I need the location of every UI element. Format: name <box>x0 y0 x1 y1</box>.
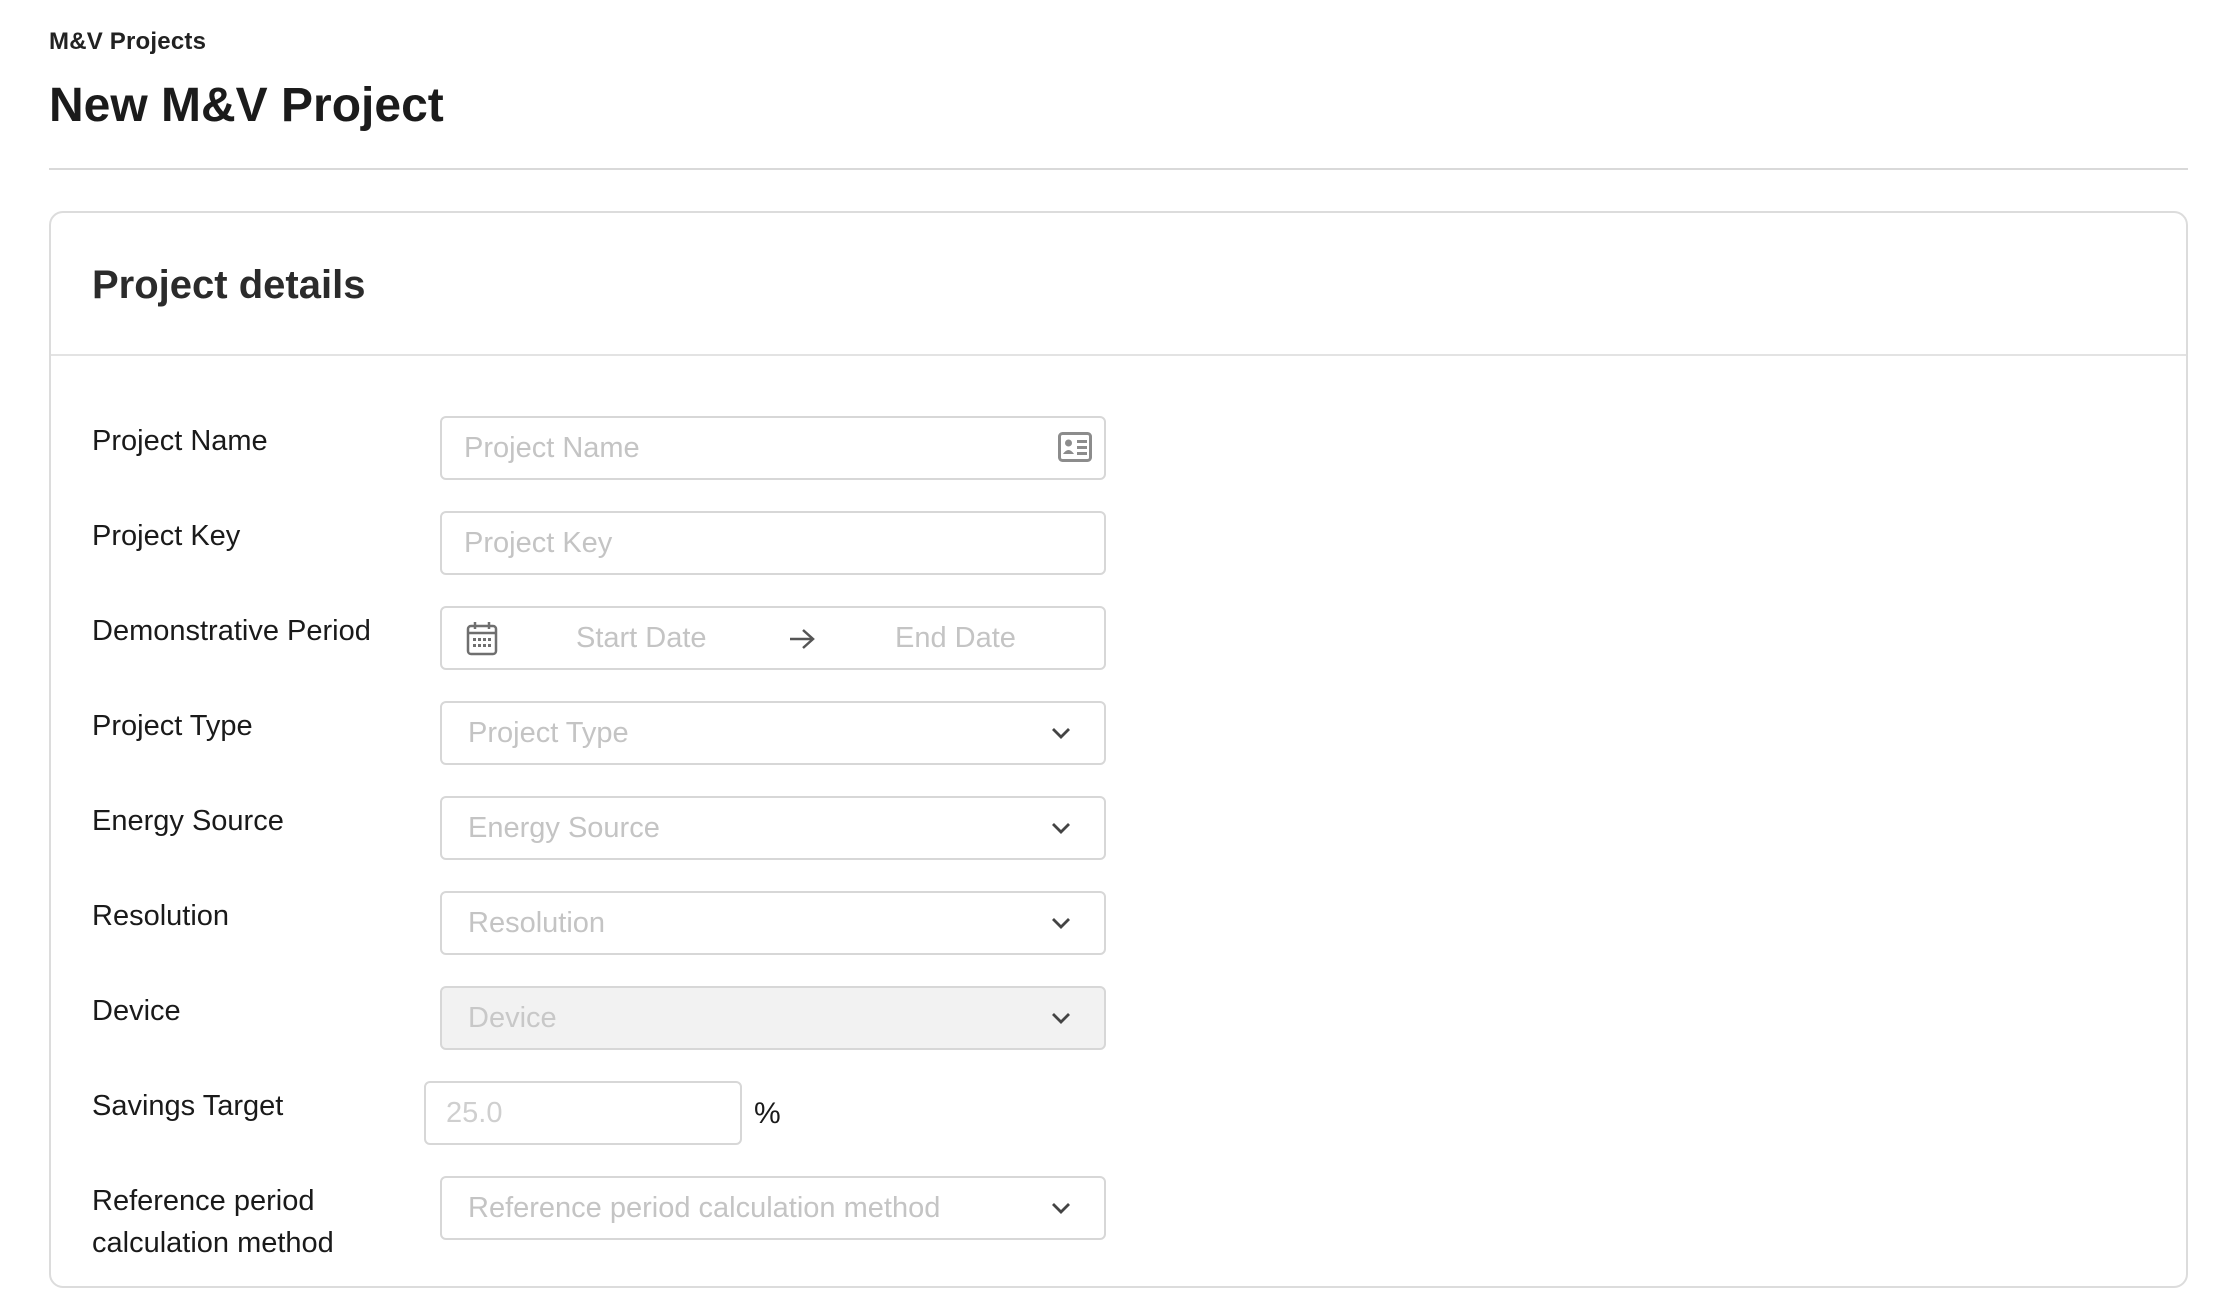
savings-target-input[interactable] <box>426 1083 740 1143</box>
project-type-select[interactable]: Project Type <box>440 701 1106 765</box>
row-savings-target: Savings Target % <box>51 1081 2186 1145</box>
contact-card-icon <box>1058 432 1092 462</box>
energy-source-placeholder: Energy Source <box>468 811 660 844</box>
card-divider <box>51 354 2186 356</box>
device-select[interactable]: Device <box>440 986 1106 1050</box>
chevron-down-icon <box>1052 823 1070 834</box>
row-project-type: Project Type Project Type <box>51 701 2186 765</box>
row-demonstrative-period: Demonstrative Period Start Date End Date <box>51 606 2186 670</box>
start-date-input[interactable]: Start Date <box>576 622 707 655</box>
row-project-name: Project Name <box>51 416 2186 480</box>
chevron-down-icon <box>1052 1203 1070 1214</box>
energy-source-label: Energy Source <box>92 805 284 837</box>
project-key-field <box>440 511 1106 575</box>
savings-target-field <box>424 1081 742 1145</box>
resolution-placeholder: Resolution <box>468 906 606 939</box>
chevron-down-icon <box>1052 918 1070 929</box>
calendar-icon <box>466 622 498 656</box>
end-date-input[interactable]: End Date <box>895 622 1016 655</box>
row-reference-period: Reference period calculation method Refe… <box>51 1176 2186 1266</box>
resolution-label: Resolution <box>92 900 230 932</box>
row-device: Device Device <box>51 986 2186 1050</box>
energy-source-select[interactable]: Energy Source <box>440 796 1106 860</box>
row-energy-source: Energy Source Energy Source <box>51 796 2186 860</box>
project-name-field <box>440 416 1106 480</box>
resolution-select[interactable]: Resolution <box>440 891 1106 955</box>
device-label: Device <box>92 995 181 1027</box>
project-type-label: Project Type <box>92 710 253 742</box>
reference-period-label-line1: Reference period <box>92 1185 315 1217</box>
percent-unit: % <box>754 1097 781 1130</box>
arrow-right-icon <box>790 629 815 649</box>
device-placeholder: Device <box>468 1001 557 1034</box>
row-project-key: Project Key <box>51 511 2186 575</box>
savings-target-label: Savings Target <box>92 1090 284 1122</box>
page-title: New M&V Project <box>49 79 444 132</box>
project-key-input[interactable] <box>442 513 1104 573</box>
demonstrative-period-label: Demonstrative Period <box>92 615 371 647</box>
project-name-input[interactable] <box>442 418 1104 478</box>
page: M&V Projects New M&V Project Project det… <box>0 0 2216 1308</box>
row-resolution: Resolution Resolution <box>51 891 2186 955</box>
reference-period-placeholder: Reference period calculation method <box>468 1191 941 1224</box>
card-title: Project details <box>92 263 366 307</box>
reference-period-label-line2: calculation method <box>92 1227 334 1259</box>
chevron-down-icon <box>1052 1013 1070 1024</box>
breadcrumb[interactable]: M&V Projects <box>49 28 206 56</box>
project-type-placeholder: Project Type <box>468 716 629 749</box>
header-divider <box>49 168 2188 170</box>
project-name-label: Project Name <box>92 425 268 457</box>
date-range-picker[interactable]: Start Date End Date <box>440 606 1106 670</box>
reference-period-select[interactable]: Reference period calculation method <box>440 1176 1106 1240</box>
project-key-label: Project Key <box>92 520 241 552</box>
reference-period-label: Reference period calculation method <box>92 1180 334 1264</box>
project-details-card: Project details Project Name Project Key <box>49 211 2188 1288</box>
chevron-down-icon <box>1052 728 1070 739</box>
